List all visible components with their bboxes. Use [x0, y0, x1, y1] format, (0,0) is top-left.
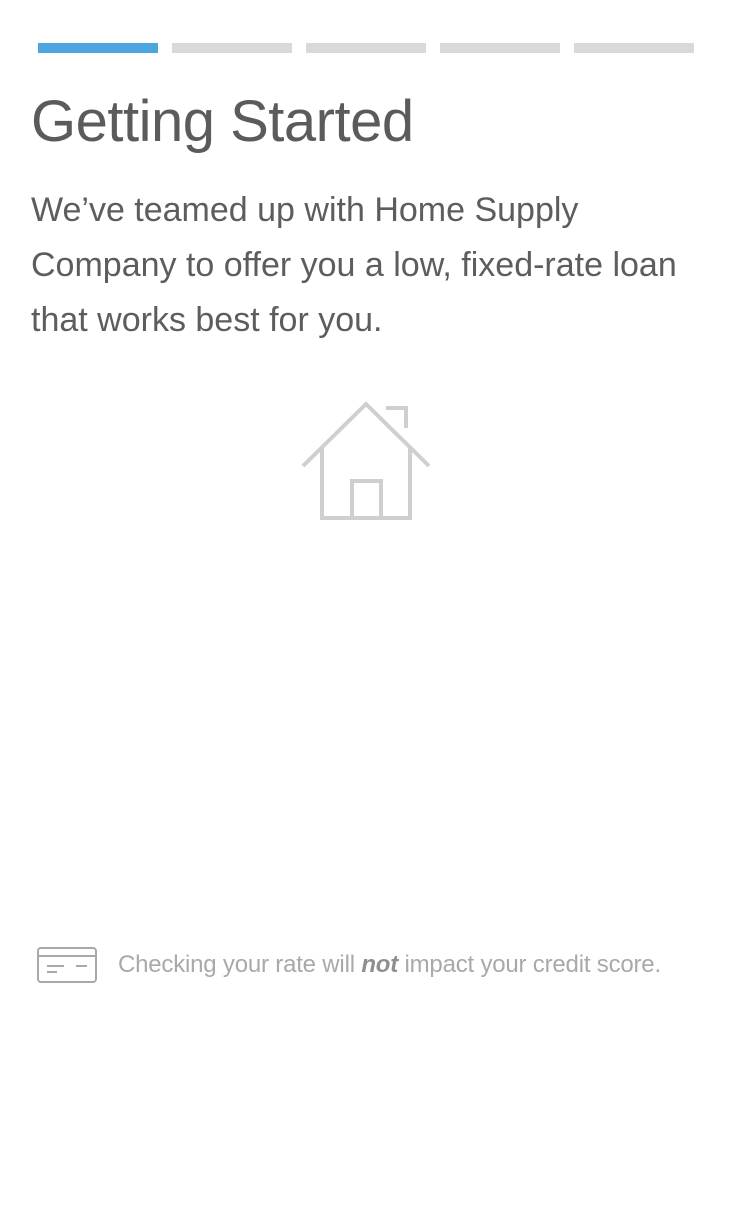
progress-step-2 — [172, 43, 292, 53]
intro-text: We’ve teamed up with Home Supply Company… — [31, 191, 677, 339]
progress-step-5 — [574, 43, 694, 53]
notice-text-before: Checking your rate will — [118, 951, 362, 978]
notice-text-after: impact your credit score. — [398, 951, 661, 978]
progress-step-1 — [38, 43, 158, 53]
credit-score-notice-text: Checking your rate will not impact your … — [118, 951, 661, 979]
progress-step-3 — [306, 43, 426, 53]
progress-steps — [38, 43, 694, 53]
credit-card-icon — [37, 947, 97, 983]
house-icon — [300, 398, 432, 524]
credit-score-notice: Checking your rate will not impact your … — [36, 945, 661, 985]
notice-emphasis: not — [361, 951, 399, 978]
page-title: Getting Started — [31, 89, 414, 154]
progress-step-4 — [440, 43, 560, 53]
